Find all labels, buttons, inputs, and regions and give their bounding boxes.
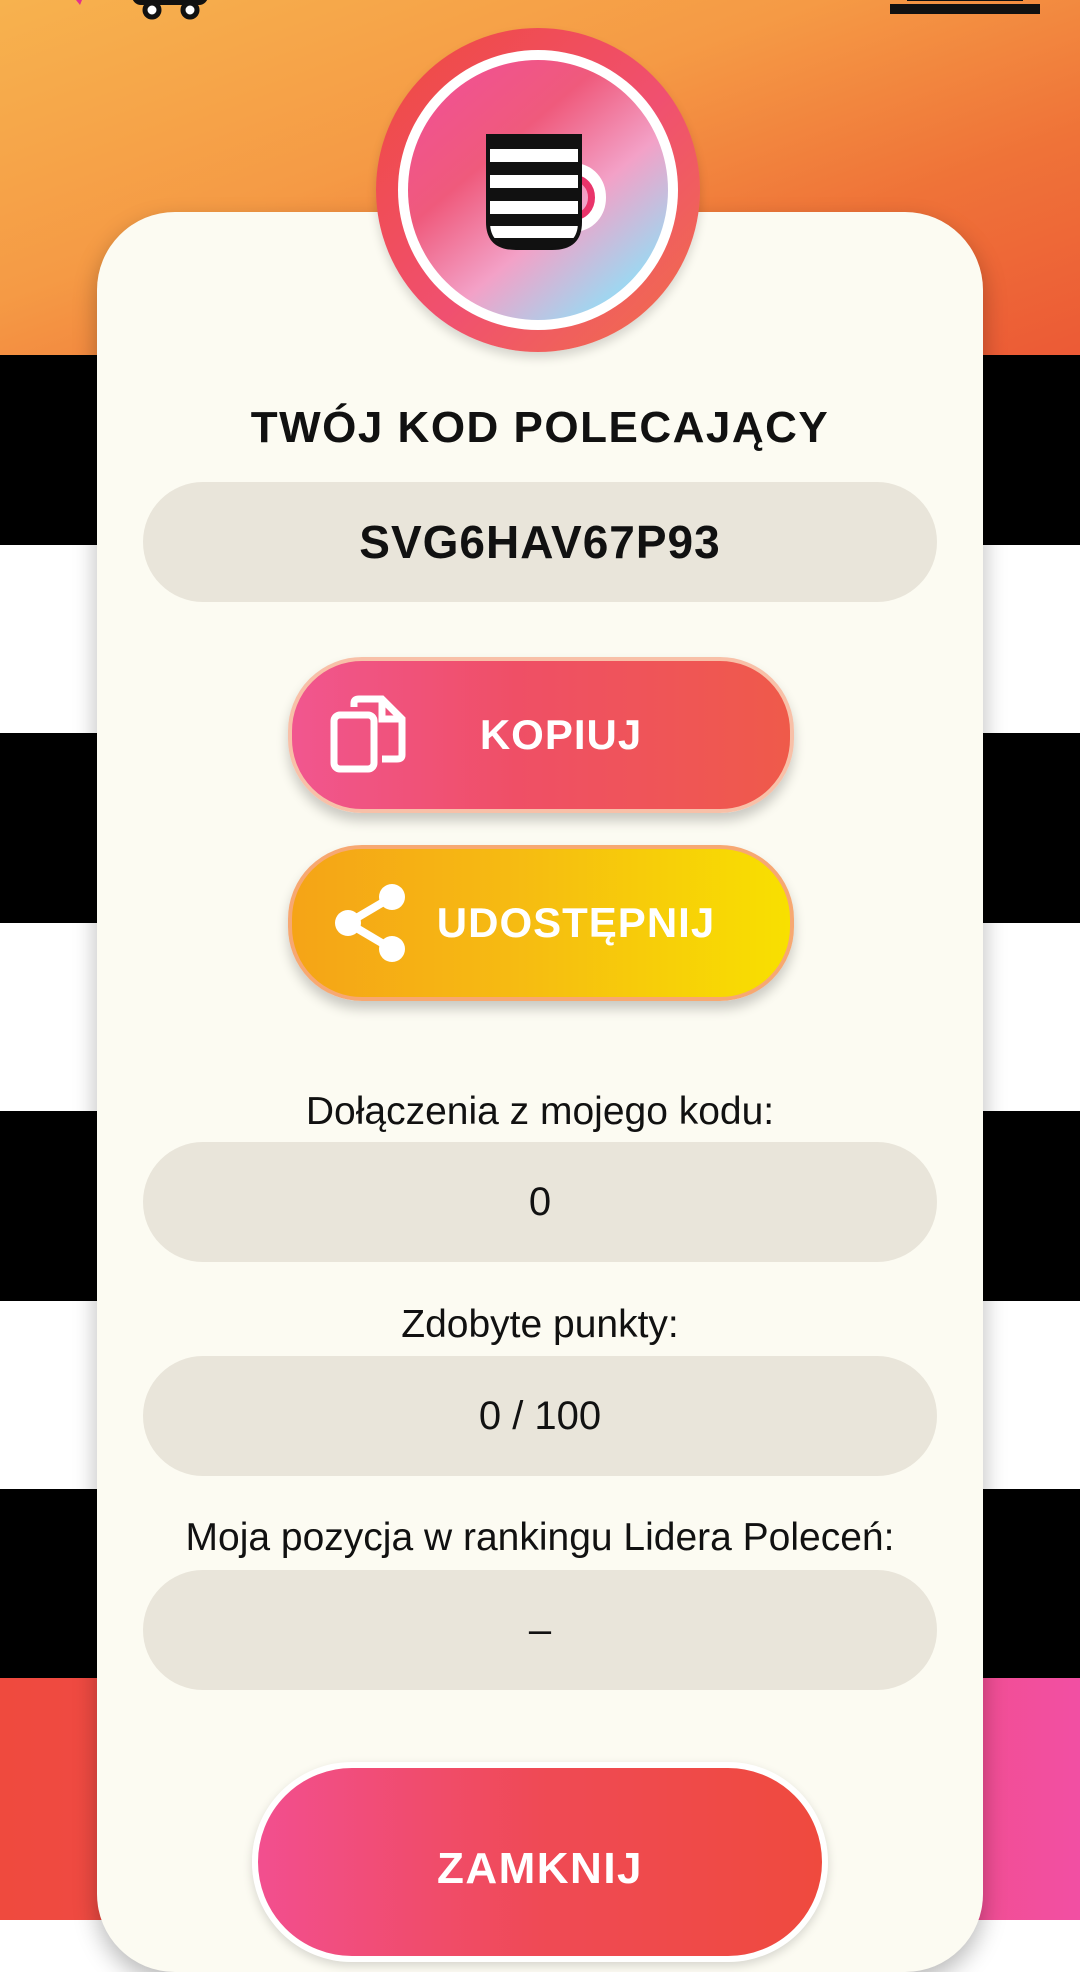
points-field: 0 / 100	[143, 1356, 937, 1476]
share-button[interactable]: UDOSTĘPNIJ	[288, 845, 794, 1001]
rank-field: –	[143, 1570, 937, 1690]
points-value: 0 / 100	[478, 1393, 602, 1438]
close-button-label: ZAMKNIJ	[436, 1844, 644, 1893]
mug-icon	[486, 134, 606, 250]
status-bar-icons	[76, 0, 208, 20]
joins-value: 0	[528, 1179, 552, 1224]
laptop-icon	[890, 0, 1040, 14]
rank-value: –	[528, 1607, 552, 1652]
close-button[interactable]: ZAMKNIJ	[252, 1762, 828, 1962]
points-label: Zdobyte punkty:	[401, 1303, 679, 1346]
copy-button[interactable]: KOPIUJ	[288, 657, 794, 813]
joins-label: Dołączenia z mojego kodu:	[305, 1090, 775, 1133]
badge	[376, 28, 700, 352]
copy-button-label: KOPIUJ	[479, 711, 643, 758]
joins-field: 0	[143, 1142, 937, 1262]
share-button-label: UDOSTĘPNIJ	[436, 899, 716, 946]
rank-label: Moja pozycja w rankingu Lidera Poleceń:	[185, 1516, 895, 1559]
referral-code-field: SVG6HAV67P93	[143, 482, 937, 602]
referral-code-title: TWÓJ KOD POLECAJĄCY	[250, 403, 830, 452]
referral-code-value: SVG6HAV67P93	[359, 516, 721, 568]
